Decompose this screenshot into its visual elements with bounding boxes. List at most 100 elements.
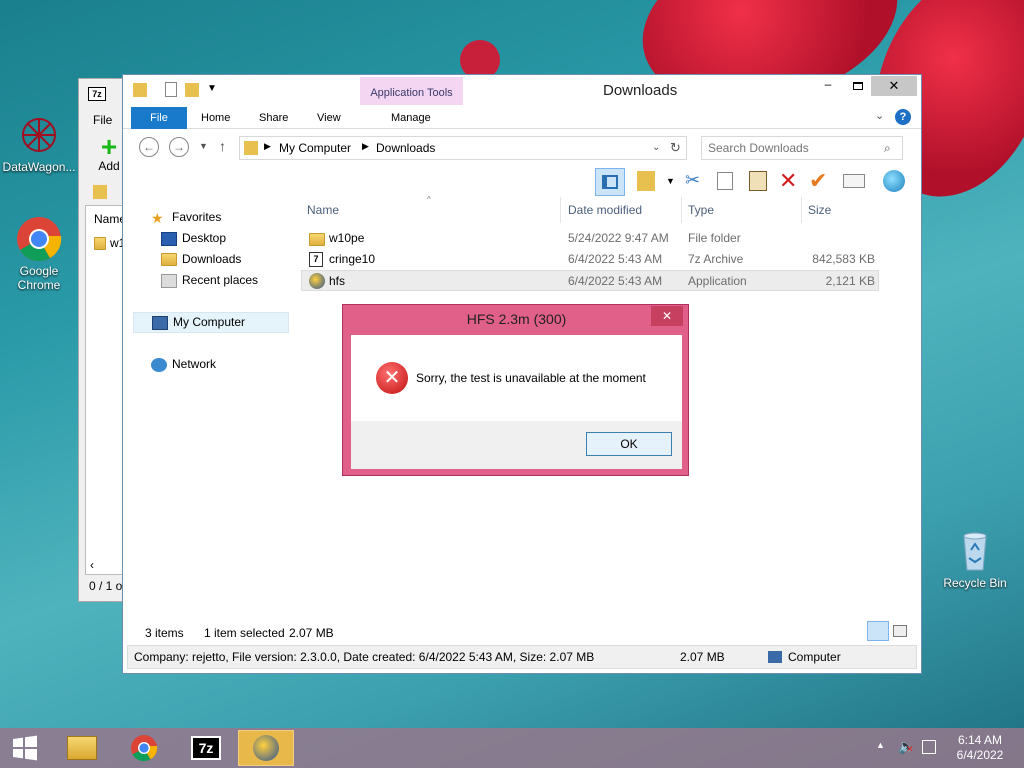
desktop-icon: [161, 231, 177, 246]
forward-button[interactable]: →: [169, 137, 189, 157]
desktop-icon-chrome[interactable]: Google Chrome: [0, 216, 78, 292]
7zip-icon: 7z: [191, 736, 221, 760]
web-icon[interactable]: [883, 170, 905, 192]
nav-network[interactable]: Network: [151, 354, 216, 375]
start-button[interactable]: [0, 730, 50, 766]
volume-muted-icon[interactable]: 🔈 ✕: [898, 738, 915, 755]
paste-icon[interactable]: [749, 171, 767, 191]
7zip-status: 0 / 1 o: [89, 579, 123, 593]
nav-recent-places[interactable]: Recent places: [161, 270, 258, 291]
taskbar-7zip[interactable]: 7z: [178, 730, 234, 766]
properties-icon[interactable]: [637, 171, 655, 191]
tab-manage[interactable]: Manage: [377, 107, 445, 129]
address-folder-icon: [244, 141, 258, 155]
ok-button[interactable]: OK: [586, 432, 672, 456]
7z-archive-icon: 7: [309, 252, 323, 267]
column-header-size[interactable]: Size: [802, 197, 882, 223]
7zip-row[interactable]: w1: [94, 236, 125, 250]
error-dialog[interactable]: HFS 2.3m (300) ✕ ✕ Sorry, the test is un…: [342, 304, 689, 476]
search-input[interactable]: [708, 140, 878, 156]
nav-my-computer[interactable]: My Computer: [133, 312, 289, 333]
scroll-left-icon[interactable]: ‹: [90, 558, 94, 572]
address-bar[interactable]: ▶ My Computer ▶ Downloads ⌄ ↻: [239, 136, 687, 160]
datawagon-icon: [16, 112, 62, 158]
nav-label: Network: [172, 357, 217, 371]
dialog-button-area: OK: [351, 421, 682, 469]
properties-dropdown-icon[interactable]: ▼: [666, 176, 675, 186]
tab-file[interactable]: File: [131, 107, 187, 129]
preview-pane-icon[interactable]: [595, 168, 625, 196]
nav-favorites[interactable]: ★ Favorites: [151, 207, 221, 228]
refresh-button[interactable]: ↻: [670, 140, 681, 156]
help-icon[interactable]: ?: [895, 109, 911, 125]
file-row[interactable]: w10pe 5/24/2022 9:47 AM File folder: [301, 228, 879, 249]
close-button[interactable]: ✕: [871, 76, 917, 96]
error-icon: ✕: [376, 362, 408, 394]
network-tray-icon[interactable]: [922, 740, 936, 754]
toolbar: ▼ ✂ ✕ ✔: [123, 167, 921, 197]
network-icon: [151, 357, 167, 372]
taskbar-chrome[interactable]: [116, 730, 172, 766]
tab-share[interactable]: Share: [245, 107, 302, 129]
nav-desktop[interactable]: Desktop: [161, 228, 226, 249]
column-header-type[interactable]: Type: [682, 197, 802, 223]
nav-downloads[interactable]: Downloads: [161, 249, 241, 270]
computer-icon: [152, 315, 168, 330]
column-header-date[interactable]: Date modified: [562, 197, 682, 223]
delete-icon[interactable]: ✕: [779, 168, 801, 193]
address-dropdown-icon[interactable]: ⌄: [652, 142, 660, 153]
status-selected: 1 item selected: [204, 626, 285, 640]
up-button[interactable]: ↑: [219, 138, 226, 154]
qat-folder-icon[interactable]: [133, 83, 147, 97]
clock[interactable]: 6:14 AM 6/4/2022: [952, 733, 1008, 763]
checkmark-icon[interactable]: ✔: [809, 168, 831, 193]
desktop-icon-datawagon[interactable]: DataWagon...: [0, 112, 78, 174]
up-folder-icon[interactable]: [93, 185, 107, 199]
details-location: Computer: [788, 650, 841, 664]
file-row[interactable]: 7 cringe10 6/4/2022 5:43 AM 7z Archive 8…: [301, 249, 879, 270]
taskbar: 7z ▲ 🔈 ✕ 6:14 AM 6/4/2022: [0, 728, 1024, 768]
breadcrumb-separator-icon[interactable]: ▶: [362, 141, 369, 152]
desktop-icon-recycle-bin[interactable]: Recycle Bin: [936, 528, 1014, 590]
qat-properties-icon[interactable]: [165, 82, 177, 97]
back-button[interactable]: ←: [139, 137, 159, 157]
7zip-menu-file[interactable]: File: [93, 113, 112, 127]
ribbon-collapse-icon[interactable]: ⌄: [875, 109, 884, 122]
cut-icon[interactable]: ✂: [685, 170, 707, 192]
context-tab-header: Application Tools: [360, 77, 463, 105]
copy-icon[interactable]: [717, 172, 733, 190]
details-size: 2.07 MB: [680, 650, 725, 664]
taskbar-file-explorer[interactable]: [54, 730, 110, 766]
file-row-selected[interactable]: hfs 6/4/2022 5:43 AM Application 2,121 K…: [301, 270, 879, 291]
downloads-folder-icon: [161, 253, 177, 266]
dialog-close-button[interactable]: ✕: [651, 306, 683, 326]
tab-home[interactable]: Home: [187, 107, 244, 129]
breadcrumb-downloads[interactable]: Downloads: [376, 141, 435, 155]
qat-dropdown-icon[interactable]: ▼: [207, 83, 217, 94]
breadcrumb-separator-icon[interactable]: ▶: [264, 141, 271, 152]
explorer-titlebar[interactable]: ▼ Application Tools Downloads ‒ ✕: [123, 75, 921, 105]
details-view-button[interactable]: [867, 621, 889, 641]
search-box[interactable]: ⌕: [701, 136, 903, 160]
minimize-button[interactable]: ‒: [815, 77, 841, 97]
recent-dropdown-icon[interactable]: ▼: [199, 141, 208, 151]
7zip-file-list[interactable]: Name w1 ‹: [85, 205, 126, 575]
large-icons-view-button[interactable]: [893, 625, 907, 637]
search-icon[interactable]: ⌕: [884, 141, 891, 156]
file-size: 2,121 KB: [825, 274, 875, 288]
breadcrumb-my-computer[interactable]: My Computer: [279, 141, 351, 155]
qat-new-folder-icon[interactable]: [185, 83, 199, 97]
rename-icon[interactable]: [843, 174, 865, 188]
desktop-icon-label: Recycle Bin: [943, 576, 1007, 590]
show-hidden-icons[interactable]: ▲: [876, 740, 885, 750]
maximize-button[interactable]: [845, 77, 871, 97]
column-header-name[interactable]: Name: [301, 197, 561, 223]
tab-view[interactable]: View: [303, 107, 355, 129]
desktop-icon-label: DataWagon...: [2, 160, 76, 174]
chrome-icon: [131, 735, 158, 762]
recent-places-icon: [161, 273, 177, 288]
nav-label: Recent places: [182, 273, 259, 287]
file-explorer-icon: [67, 736, 97, 760]
taskbar-hfs[interactable]: [238, 730, 294, 766]
file-size: 842,583 KB: [812, 252, 875, 266]
